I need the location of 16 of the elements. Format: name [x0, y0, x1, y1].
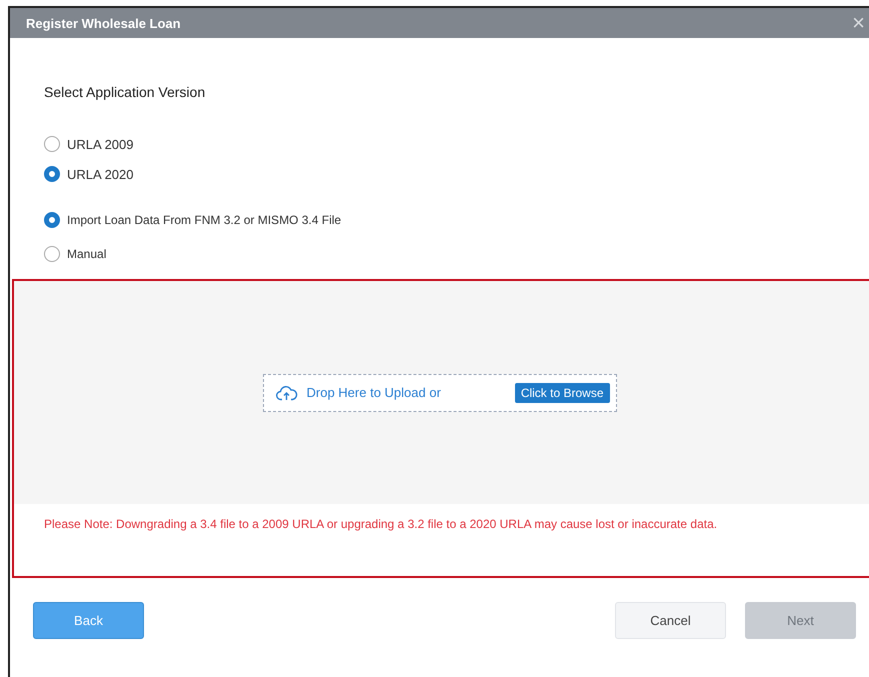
cloud-upload-icon [276, 384, 298, 400]
radio-label[interactable]: Manual [67, 247, 106, 261]
radio-button[interactable] [44, 136, 60, 152]
radio-label[interactable]: URLA 2009 [67, 136, 134, 152]
radio-button[interactable] [44, 246, 60, 262]
radio-button[interactable] [44, 212, 60, 228]
drop-zone[interactable]: Drop Here to Upload or Click to Browse [262, 374, 616, 412]
drop-text: Drop Here to Upload or [306, 385, 442, 400]
secondary-button[interactable]: Cancel [615, 602, 726, 639]
radio-button[interactable] [44, 166, 60, 182]
radio-label[interactable]: URLA 2020 [67, 166, 134, 182]
section-heading: Select Application Version [44, 84, 206, 100]
window-title: Register Wholesale Loan [26, 16, 181, 30]
radio-label[interactable]: Import Loan Data From FNM 3.2 or MISMO 3.4 File [67, 213, 342, 227]
browse-button[interactable]: Click to Browse [514, 382, 610, 402]
warning-note: Please Note: Downgrading a 3.4 file to a 2009 URLA or upgrading a 3.2 file to a 2020 URLA may cause lost or inaccurate data. [43, 516, 718, 533]
